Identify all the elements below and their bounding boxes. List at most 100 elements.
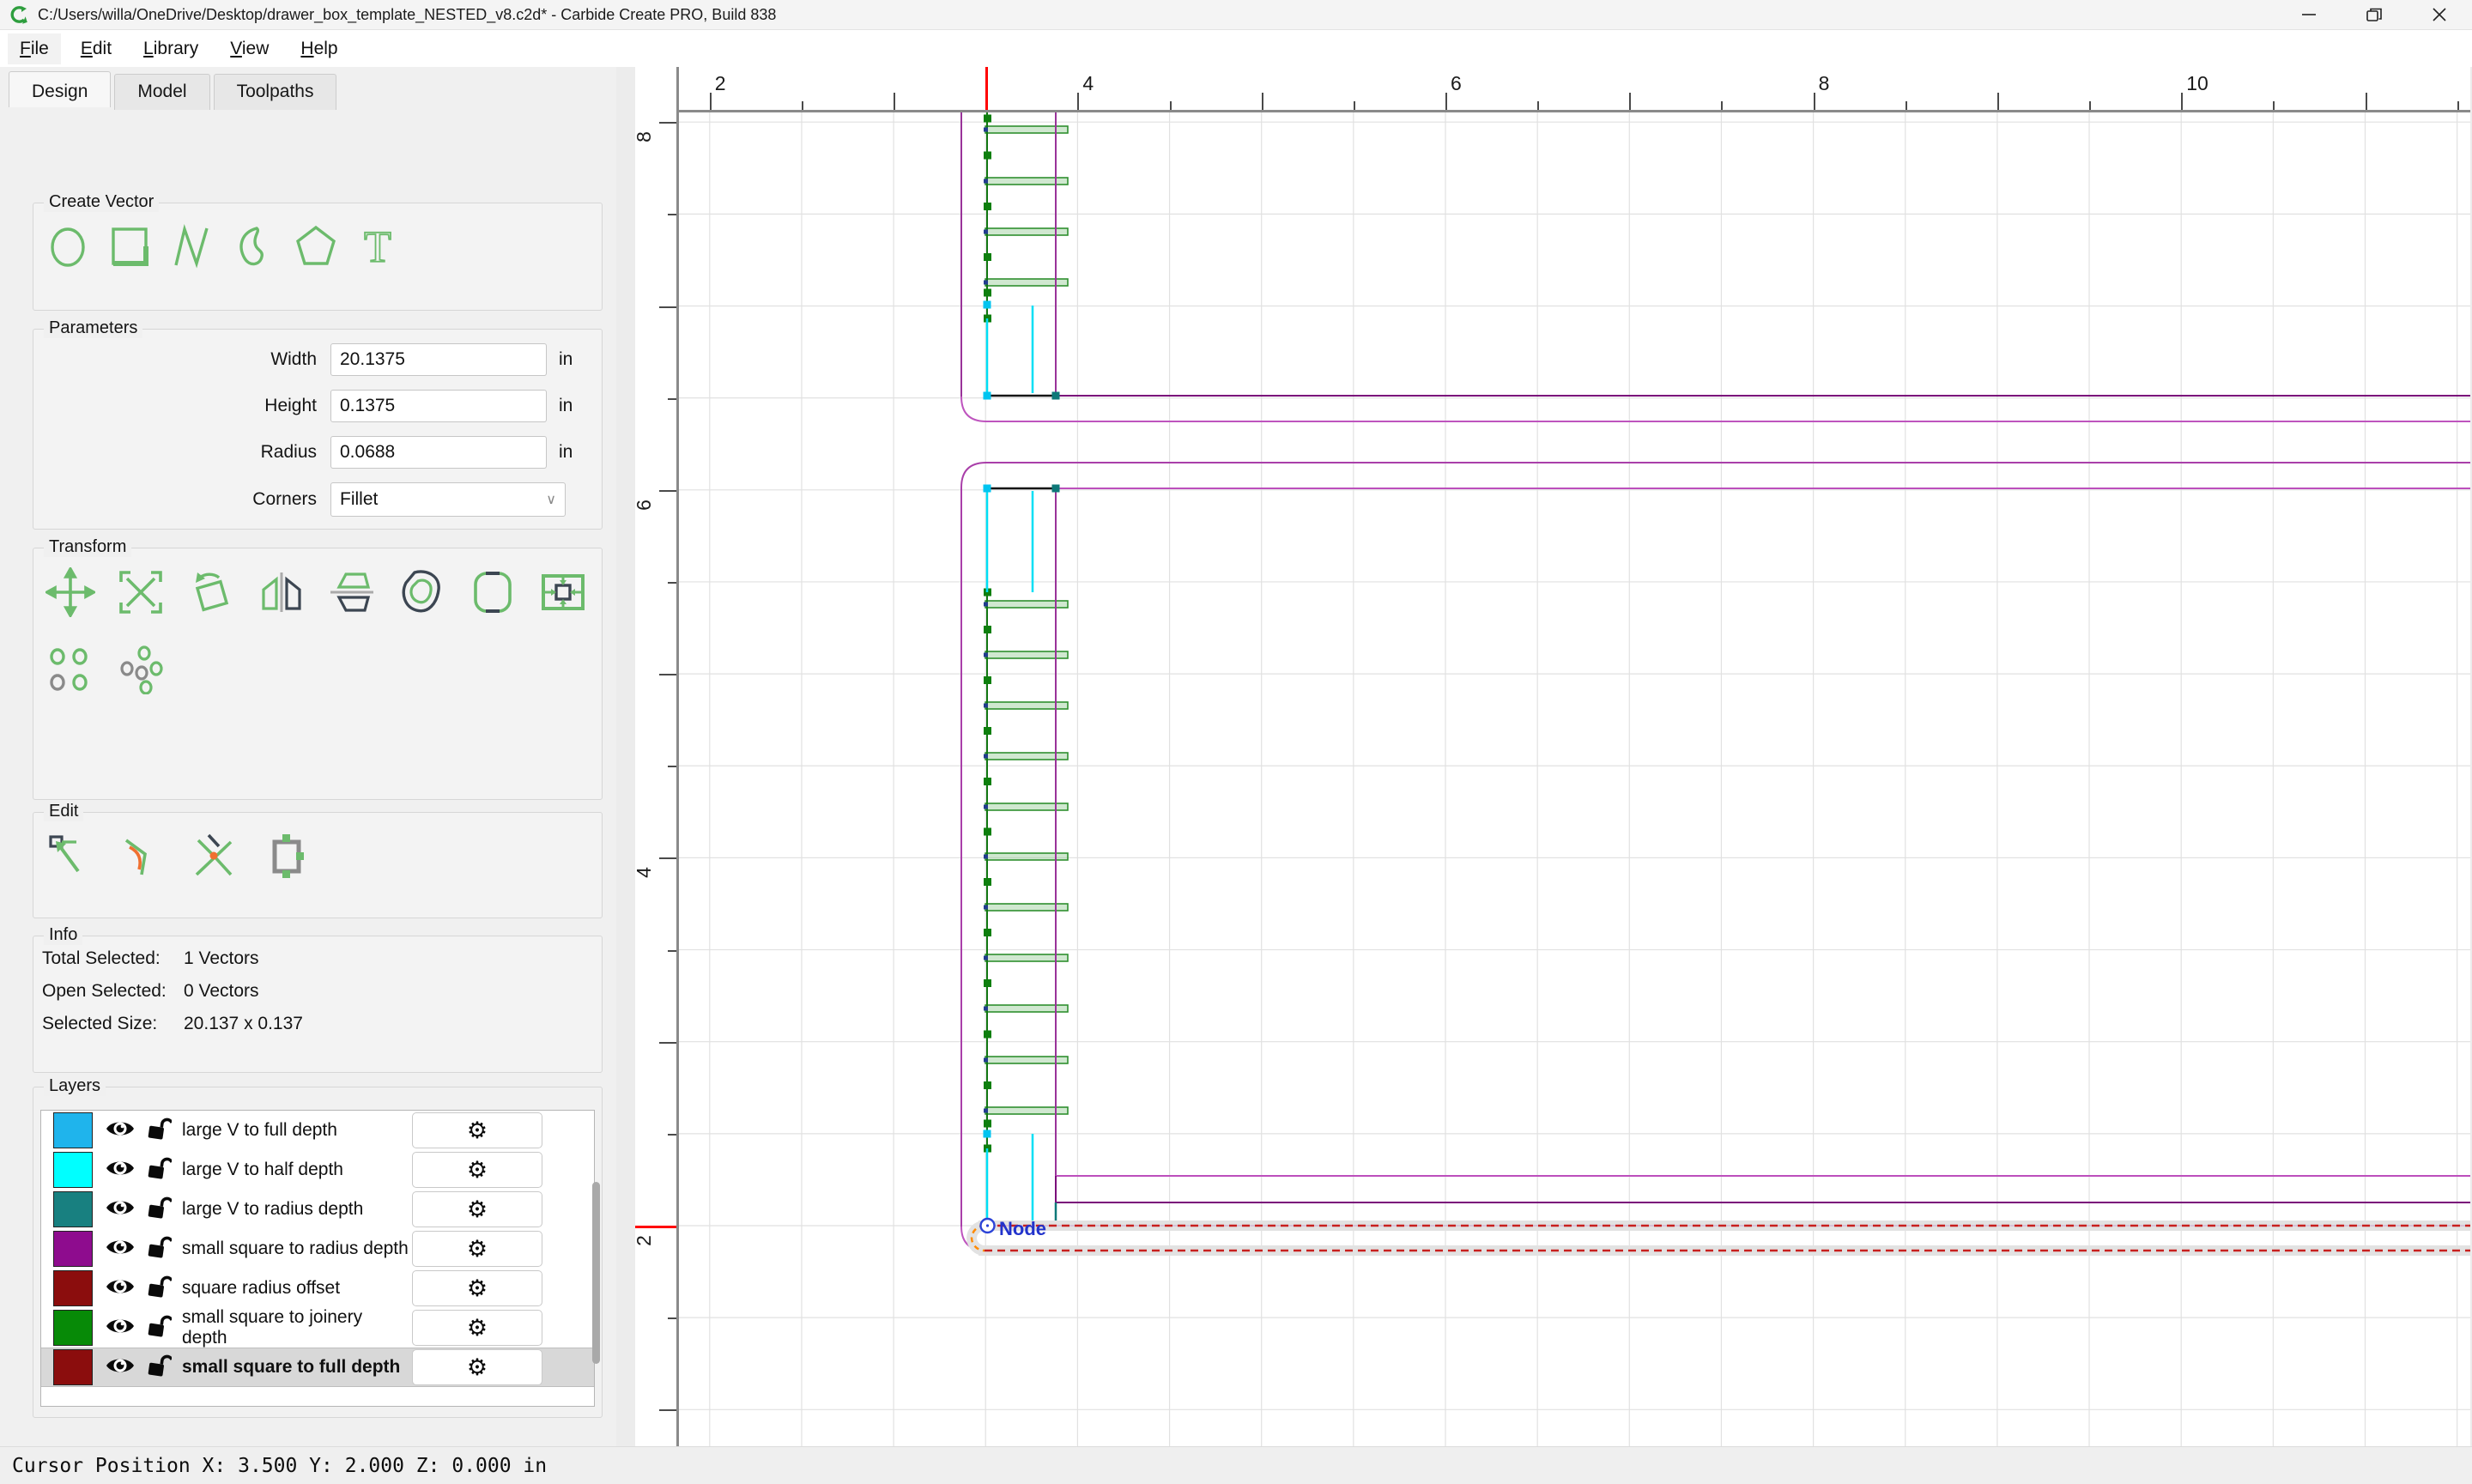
menu-file[interactable]: File [8,33,61,64]
layer-settings-gear-button[interactable]: ⚙ [412,1310,542,1346]
ruler-label: 8 [1819,72,1830,95]
polyline-tool-icon[interactable] [169,222,215,270]
edit-group: Edit [33,812,603,918]
round-corners-tool-icon[interactable] [468,567,518,617]
layer-row[interactable]: large V to half depth⚙ [41,1150,594,1190]
layer-color-swatch[interactable] [53,1231,93,1267]
transform-group: Transform [33,548,603,800]
ruler-label: 2 [715,72,726,95]
scale-tool-icon[interactable] [116,567,166,617]
layer-color-swatch[interactable] [53,1270,93,1306]
circular-array-tool-icon[interactable] [116,645,166,694]
mirror-horizontal-tool-icon[interactable] [257,567,306,617]
layer-row[interactable]: large V to radius depth⚙ [41,1190,594,1229]
layer-settings-gear-button[interactable]: ⚙ [412,1231,542,1267]
cursor-x-marker [985,67,988,110]
layer-visibility-eye-icon[interactable] [105,1157,136,1184]
linear-array-tool-icon[interactable] [45,645,95,694]
resize-handles-tool-icon[interactable] [262,832,312,881]
height-unit: in [559,396,573,416]
ruler-label: 4 [633,867,656,878]
rectangle-tool-icon[interactable] [107,222,154,270]
width-label: Width [33,349,330,370]
layer-visibility-eye-icon[interactable] [105,1354,136,1381]
scale-to-fit-tool-icon[interactable] [538,567,588,617]
cursor-position-text: Cursor Position X: 3.500 Y: 2.000 Z: 0.0… [12,1455,547,1477]
layer-color-swatch[interactable] [53,1349,93,1385]
layer-name: large V to radius depth [182,1199,412,1220]
offset-tool-icon[interactable] [397,567,447,617]
layer-row[interactable]: square radius offset⚙ [41,1269,594,1308]
layer-settings-gear-button[interactable]: ⚙ [412,1270,542,1306]
canvas-viewport[interactable]: Node [679,112,2470,1446]
layer-row[interactable]: small square to joinery depth⚙ [41,1308,594,1348]
layers-group: Layers large V to full depth⚙large V to … [33,1087,603,1418]
layer-unlock-icon[interactable] [146,1154,172,1186]
minimize-button[interactable] [2276,0,2342,29]
height-field[interactable] [330,390,547,422]
layer-visibility-eye-icon[interactable] [105,1236,136,1263]
layer-unlock-icon[interactable] [146,1233,172,1265]
layer-settings-gear-button[interactable]: ⚙ [412,1191,542,1227]
ruler-label: 6 [1451,72,1462,95]
group-title: Info [44,925,82,945]
ruler-label: 8 [633,131,656,142]
layer-visibility-eye-icon[interactable] [105,1275,136,1302]
circle-tool-icon[interactable] [45,222,92,270]
layer-visibility-eye-icon[interactable] [105,1196,136,1223]
width-unit: in [559,349,573,370]
trim-vectors-tool-icon[interactable] [190,832,239,881]
cursor-y-marker [635,1226,676,1228]
maximize-button[interactable] [2342,0,2407,29]
layer-unlock-icon[interactable] [146,1352,172,1384]
mirror-vertical-tool-icon[interactable] [327,567,377,617]
layer-color-swatch[interactable] [53,1191,93,1227]
curve-tool-icon[interactable] [231,222,277,270]
curve-edit-tool-icon[interactable] [118,832,167,881]
move-tool-icon[interactable] [45,567,95,617]
menu-view[interactable]: View [218,33,281,64]
layer-name: small square to radius depth [182,1239,412,1259]
group-title: Transform [44,537,131,557]
open-selected-value: 0 Vectors [184,981,259,1002]
layer-unlock-icon[interactable] [146,1312,172,1344]
menu-edit[interactable]: Edit [69,33,124,64]
layer-settings-gear-button[interactable]: ⚙ [412,1152,542,1188]
layer-row[interactable]: large V to full depth⚙ [41,1111,594,1150]
ruler-label: 10 [2186,72,2208,95]
width-field[interactable] [330,343,547,376]
title-bar: C:/Users/willa/OneDrive/Desktop/drawer_b… [0,0,2472,30]
create-vector-group: Create Vector T [33,203,603,311]
layer-row[interactable]: small square to full depth⚙ [41,1348,594,1387]
polygon-tool-icon[interactable] [293,222,339,270]
layer-unlock-icon[interactable] [146,1115,172,1147]
tab-toolpaths[interactable]: Toolpaths [214,74,337,110]
layers-scrollbar[interactable] [592,1182,600,1364]
radius-field[interactable] [330,436,547,469]
window-title: C:/Users/willa/OneDrive/Desktop/drawer_b… [38,6,776,24]
layer-color-swatch[interactable] [53,1112,93,1148]
layer-visibility-eye-icon[interactable] [105,1315,136,1342]
menu-help[interactable]: Help [288,33,349,64]
tab-model[interactable]: Model [114,74,209,110]
close-button[interactable] [2407,0,2472,29]
node-edit-tool-icon[interactable] [45,832,95,881]
layer-unlock-icon[interactable] [146,1194,172,1226]
layer-visibility-eye-icon[interactable] [105,1118,136,1144]
layer-settings-gear-button[interactable]: ⚙ [412,1349,542,1385]
text-tool-icon[interactable]: T [354,222,401,270]
tab-design[interactable]: Design [9,71,111,107]
group-title: Parameters [44,318,142,338]
layer-unlock-icon[interactable] [146,1273,172,1305]
node-marker[interactable]: Node [981,1218,1047,1239]
rotate-tool-icon[interactable] [186,567,236,617]
vector-drawing[interactable] [961,112,2470,1251]
layer-color-swatch[interactable] [53,1152,93,1188]
layer-settings-gear-button[interactable]: ⚙ [412,1112,542,1148]
corners-select[interactable]: Fillet ∨ [330,482,566,517]
layer-row[interactable]: small square to radius depth⚙ [41,1229,594,1269]
height-label: Height [33,396,330,416]
layer-color-swatch[interactable] [53,1310,93,1346]
ruler-horizontal: 246810 [635,67,2470,112]
menu-library[interactable]: Library [131,33,210,64]
